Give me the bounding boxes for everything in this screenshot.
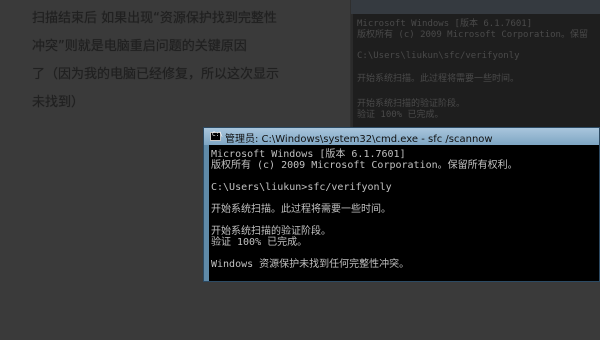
console-line: 开始系统扫描的验证阶段。 <box>211 226 331 237</box>
cmd-window[interactable]: C:\ 管理员: C:\Windows\system32\cmd.exe - s… <box>203 127 600 282</box>
console-line: 开始系统扫描。此过程将需要一些时间。 <box>211 204 391 215</box>
cmd-icon[interactable]: C:\ <box>210 131 223 141</box>
cmd-titlebar[interactable]: C:\ 管理员: C:\Windows\system32\cmd.exe - s… <box>204 128 599 145</box>
console-line: 验证 100% 已完成。 <box>211 237 308 248</box>
console-line: Microsoft Windows [版本 6.1.7601] <box>211 149 406 160</box>
console-line: C:\Users\liukun>sfc/verifyonly <box>211 182 392 193</box>
background-console-line: C:\Users\liukun\sfc/verifyonly <box>357 51 520 61</box>
background-console-body: Microsoft Windows [版本 6.1.7601] 版权所有 (c)… <box>353 14 600 128</box>
cmd-icon-glyph: C:\ <box>212 131 223 138</box>
background-console-titlebar <box>351 0 600 14</box>
console-line: 版权所有 (c) 2009 Microsoft Corporation。保留所有… <box>211 160 518 171</box>
background-console-line: 版权所有 (c) 2009 Microsoft Corporation。保留 <box>357 30 588 40</box>
cmd-console-output[interactable]: Microsoft Windows [版本 6.1.7601] 版权所有 (c)… <box>209 145 599 281</box>
console-line: Windows 资源保护未找到任何完整性冲突。 <box>211 259 410 270</box>
cmd-window-title: 管理员: C:\Windows\system32\cmd.exe - sfc /… <box>225 134 493 145</box>
background-console-screenshot: Microsoft Windows [版本 6.1.7601] 版权所有 (c)… <box>350 0 600 128</box>
article-text-line: 冲突”则就是电脑重启问题的关键原因 <box>32 39 247 54</box>
background-console-line: 开始系统扫描。此过程将需要一些时间。 <box>357 74 520 84</box>
article-text-line: 了（因为我的电脑已经修复，所以这次显示 <box>32 67 280 82</box>
article-text-line: 未找到） <box>32 95 85 110</box>
article-text-line: 扫描结束后 如果出现“资源保护找到完整性 <box>32 11 277 26</box>
background-console-line: 验证 100% 已完成。 <box>357 110 444 120</box>
